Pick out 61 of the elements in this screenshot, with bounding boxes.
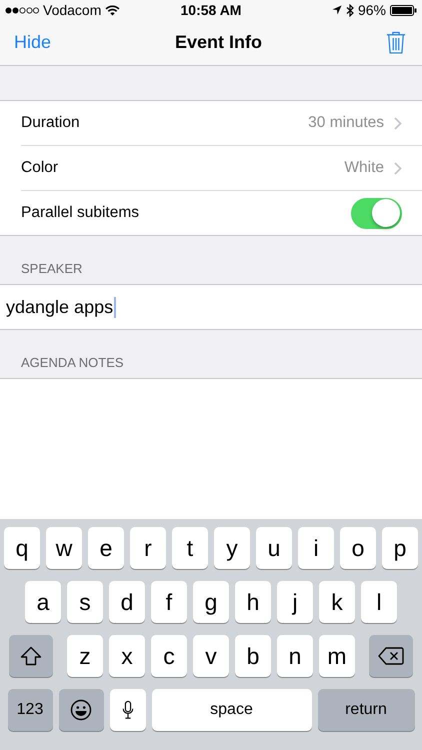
- setting-value: White: [344, 159, 384, 177]
- shift-key[interactable]: [9, 635, 53, 677]
- text-cursor: [114, 296, 116, 318]
- letter-key[interactable]: j: [277, 581, 313, 623]
- settings-row[interactable]: Color White: [21, 146, 422, 191]
- letter-key[interactable]: f: [151, 581, 187, 623]
- toggle-switch[interactable]: [351, 198, 402, 228]
- setting-label: Parallel subitems: [21, 204, 140, 222]
- letter-key[interactable]: d: [109, 581, 145, 623]
- letter-key[interactable]: e: [88, 527, 124, 569]
- letter-key[interactable]: y: [214, 527, 250, 569]
- letter-key[interactable]: b: [235, 635, 271, 677]
- letter-key[interactable]: l: [361, 581, 397, 623]
- letter-key[interactable]: z: [67, 635, 103, 677]
- letter-key[interactable]: r: [130, 527, 166, 569]
- settings-row[interactable]: Duration 30 minutes: [21, 101, 422, 146]
- space-key[interactable]: space: [152, 689, 312, 731]
- battery-percent: 96%: [358, 2, 386, 18]
- letter-key[interactable]: p: [382, 527, 418, 569]
- letter-key[interactable]: x: [109, 635, 145, 677]
- setting-label: Duration: [21, 114, 80, 132]
- return-key[interactable]: return: [318, 689, 414, 731]
- letter-key[interactable]: g: [193, 581, 229, 623]
- wifi-icon: [105, 4, 120, 16]
- setting-label: Color: [21, 159, 58, 177]
- letter-key[interactable]: o: [340, 527, 376, 569]
- location-arrow-icon: [332, 5, 342, 15]
- letter-key[interactable]: u: [256, 527, 292, 569]
- shift-icon: [20, 646, 42, 666]
- letter-key[interactable]: a: [25, 581, 61, 623]
- trash-icon: [386, 30, 406, 55]
- letter-key[interactable]: s: [67, 581, 103, 623]
- letter-key[interactable]: v: [193, 635, 229, 677]
- microphone-icon: [122, 700, 134, 720]
- carrier-name: Vodacom: [43, 2, 102, 18]
- letter-key[interactable]: n: [277, 635, 313, 677]
- bluetooth-icon: [346, 4, 354, 16]
- hide-button[interactable]: Hide: [12, 28, 54, 57]
- clock-time: 10:58 AM: [180, 2, 242, 18]
- dictation-key[interactable]: [110, 689, 146, 731]
- letter-key[interactable]: t: [172, 527, 208, 569]
- screen-title: Event Info: [175, 32, 262, 53]
- notes-field[interactable]: [0, 379, 422, 519]
- letter-key[interactable]: h: [235, 581, 271, 623]
- backspace-key[interactable]: [369, 635, 413, 677]
- letter-key[interactable]: w: [46, 527, 82, 569]
- letter-key[interactable]: i: [298, 527, 334, 569]
- chevron-icon: [394, 116, 402, 130]
- emoji-key[interactable]: [58, 689, 104, 731]
- numbers-key[interactable]: 123: [8, 689, 52, 731]
- backspace-icon: [378, 647, 404, 665]
- smiley-icon: [70, 699, 92, 721]
- text-field[interactable]: ydangle apps: [0, 285, 422, 330]
- signal-icon: [5, 6, 39, 14]
- battery-icon: [390, 4, 417, 16]
- letter-key[interactable]: k: [319, 581, 355, 623]
- letter-key[interactable]: m: [319, 635, 355, 677]
- chevron-icon: [394, 162, 402, 174]
- setting-value: 30 minutes: [308, 114, 384, 132]
- letter-key[interactable]: c: [151, 635, 187, 677]
- letter-key[interactable]: q: [4, 527, 40, 569]
